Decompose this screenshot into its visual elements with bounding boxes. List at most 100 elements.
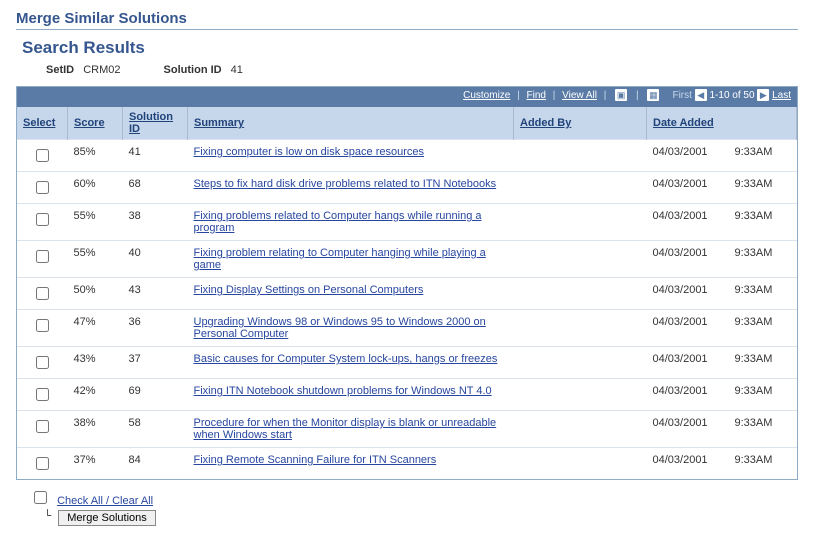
row-time: 9:33AM <box>729 278 797 310</box>
row-score: 47% <box>68 310 123 347</box>
row-date: 04/03/2001 <box>647 411 729 448</box>
col-score[interactable]: Score <box>74 117 105 129</box>
grid-footer: Check All / Clear All └ Merge Solutions <box>30 488 798 526</box>
separator: | <box>604 90 607 101</box>
page-title: Merge Similar Solutions <box>16 10 798 30</box>
row-score: 42% <box>68 379 123 411</box>
row-summary-link[interactable]: Procedure for when the Monitor display i… <box>194 417 497 441</box>
last-page-link[interactable]: Last <box>772 90 791 101</box>
row-time: 9:33AM <box>729 347 797 379</box>
row-select-checkbox[interactable] <box>36 250 49 263</box>
table-row: 38%58Procedure for when the Monitor disp… <box>17 411 797 448</box>
col-select[interactable]: Select <box>23 117 55 129</box>
row-added-by <box>514 172 647 204</box>
find-link[interactable]: Find <box>527 90 546 101</box>
row-solution-id: 58 <box>123 411 188 448</box>
row-time: 9:33AM <box>729 241 797 278</box>
row-date: 04/03/2001 <box>647 278 729 310</box>
row-solution-id: 69 <box>123 379 188 411</box>
row-score: 43% <box>68 347 123 379</box>
row-solution-id: 43 <box>123 278 188 310</box>
row-score: 38% <box>68 411 123 448</box>
row-time: 9:33AM <box>729 411 797 448</box>
row-summary-link[interactable]: Fixing problem relating to Computer hang… <box>194 247 486 271</box>
check-all-link[interactable]: Check All / Clear All <box>57 495 153 507</box>
row-date: 04/03/2001 <box>647 172 729 204</box>
table-row: 42%69 Fixing ITN Notebook shutdown proble… <box>17 379 797 411</box>
row-time: 9:33AM <box>729 204 797 241</box>
download-grid-icon[interactable]: ▦ <box>647 89 659 101</box>
zoom-grid-icon[interactable]: ▣ <box>615 89 627 101</box>
row-solution-id: 68 <box>123 172 188 204</box>
setid-value: CRM02 <box>83 64 120 76</box>
merge-solutions-button[interactable]: Merge Solutions <box>58 510 156 526</box>
row-select-checkbox[interactable] <box>36 457 49 470</box>
row-summary-link[interactable]: Upgrading Windows 98 or Windows 95 to Wi… <box>194 316 486 340</box>
row-solution-id: 40 <box>123 241 188 278</box>
row-select-checkbox[interactable] <box>36 319 49 332</box>
row-added-by <box>514 379 647 411</box>
row-summary-link[interactable]: Fixing computer is low on disk space res… <box>194 146 424 158</box>
row-select-checkbox[interactable] <box>36 149 49 162</box>
row-time: 9:33AM <box>729 379 797 411</box>
row-added-by <box>514 140 647 172</box>
separator: | <box>517 90 520 101</box>
header-row: Select Score Solution ID Summary Added B… <box>17 107 797 140</box>
row-select-checkbox[interactable] <box>36 181 49 194</box>
col-summary[interactable]: Summary <box>194 117 244 129</box>
row-added-by <box>514 411 647 448</box>
table-row: 55%40Fixing problem relating to Computer… <box>17 241 797 278</box>
table-row: 60%68Steps to fix hard disk drive proble… <box>17 172 797 204</box>
row-added-by <box>514 347 647 379</box>
prev-page-icon: ◀ <box>695 89 707 101</box>
row-select-checkbox[interactable] <box>36 356 49 369</box>
table-row: 50%43Fixing Display Settings on Personal… <box>17 278 797 310</box>
results-grid: Customize | Find | View All | ▣ | ▦ Firs… <box>16 86 798 480</box>
tree-branch-icon: └ <box>44 509 51 523</box>
row-added-by <box>514 310 647 347</box>
row-summary-link[interactable]: Fixing Remote Scanning Failure for ITN S… <box>194 454 437 466</box>
row-date: 04/03/2001 <box>647 347 729 379</box>
row-time: 9:33AM <box>729 448 797 480</box>
view-all-link[interactable]: View All <box>562 90 597 101</box>
row-range: 1-10 of 50 <box>709 90 754 101</box>
col-solution-id[interactable]: Solution ID <box>129 111 173 135</box>
row-score: 55% <box>68 204 123 241</box>
row-date: 04/03/2001 <box>647 204 729 241</box>
row-score: 55% <box>68 241 123 278</box>
col-date-added[interactable]: Date Added <box>653 117 714 129</box>
row-solution-id: 41 <box>123 140 188 172</box>
row-date: 04/03/2001 <box>647 310 729 347</box>
row-summary-link[interactable]: Steps to fix hard disk drive problems re… <box>194 178 497 190</box>
table-row: 55%38Fixing problems related to Computer… <box>17 204 797 241</box>
row-time: 9:33AM <box>729 140 797 172</box>
separator: | <box>553 90 556 101</box>
row-summary-link[interactable]: Fixing problems related to Computer hang… <box>194 210 482 234</box>
row-select-checkbox[interactable] <box>36 287 49 300</box>
table-row: 85%41Fixing computer is low on disk spac… <box>17 140 797 172</box>
row-summary-link[interactable]: Basic causes for Computer System lock-up… <box>194 353 498 365</box>
next-page-icon[interactable]: ▶ <box>757 89 769 101</box>
row-select-checkbox[interactable] <box>36 213 49 226</box>
row-score: 37% <box>68 448 123 480</box>
solution-id-value: 41 <box>231 64 243 76</box>
table-row: 43%37 Basic causes for Computer System lo… <box>17 347 797 379</box>
row-date: 04/03/2001 <box>647 241 729 278</box>
grid-toolbar: Customize | Find | View All | ▣ | ▦ Firs… <box>17 87 797 107</box>
setid-label: SetID <box>46 64 74 76</box>
table-row: 47%36Upgrading Windows 98 or Windows 95 … <box>17 310 797 347</box>
row-solution-id: 37 <box>123 347 188 379</box>
row-summary-link[interactable]: Fixing ITN Notebook shutdown problems fo… <box>194 385 492 397</box>
table-row: 37%84Fixing Remote Scanning Failure for … <box>17 448 797 480</box>
row-added-by <box>514 278 647 310</box>
row-date: 04/03/2001 <box>647 379 729 411</box>
check-all-checkbox[interactable] <box>34 491 47 504</box>
criteria-bar: SetID CRM02 Solution ID 41 <box>46 64 798 76</box>
col-added-by[interactable]: Added By <box>520 117 571 129</box>
row-select-checkbox[interactable] <box>36 388 49 401</box>
customize-link[interactable]: Customize <box>463 90 510 101</box>
section-title: Search Results <box>22 38 798 58</box>
row-summary-link[interactable]: Fixing Display Settings on Personal Comp… <box>194 284 424 296</box>
row-select-checkbox[interactable] <box>36 420 49 433</box>
row-time: 9:33AM <box>729 310 797 347</box>
